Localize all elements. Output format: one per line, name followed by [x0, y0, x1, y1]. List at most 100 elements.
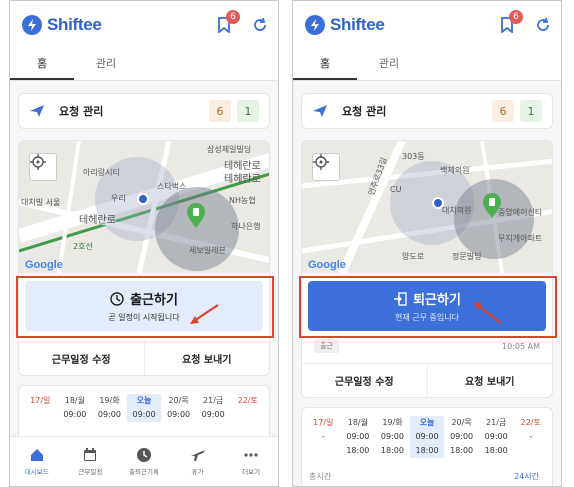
schedule-day[interactable]: 20/목 09:00 [161, 394, 196, 422]
day-time: 09:00 [167, 410, 191, 419]
day-time-end: 18:00 [484, 446, 508, 455]
locate-button[interactable] [29, 153, 57, 181]
logo-icon [305, 15, 325, 35]
tab-bar: 홈 관리 [293, 49, 561, 81]
nav-more[interactable]: 더보기 [224, 437, 278, 486]
schedule-day[interactable]: 19/화 09:00 [92, 394, 127, 422]
nav-attendance[interactable]: 출퇴근기록 [117, 437, 171, 486]
map-label: 우리 [111, 194, 126, 203]
google-logo: Google [308, 259, 346, 271]
approved-count-badge[interactable]: 1 [237, 100, 259, 122]
highlight-box [16, 276, 274, 338]
schedule-day[interactable]: 21/금 09:00 [196, 394, 231, 422]
request-label: 요청 관리 [342, 105, 387, 118]
refresh-icon [254, 17, 266, 31]
send-icon [313, 105, 327, 117]
day-label: 18/월 [64, 396, 85, 405]
schedule-day-today[interactable]: 오늘 09:00 18:00 [409, 416, 445, 458]
tab-manage[interactable]: 관리 [357, 49, 421, 80]
tab-bar: 홈 관리 [10, 49, 278, 81]
tab-manage[interactable]: 관리 [74, 49, 138, 80]
map-label: 중앙에이신티 [498, 208, 543, 217]
schedule-day[interactable]: 18/월 09:00 18:00 [341, 416, 376, 458]
map-label: CU [390, 185, 402, 194]
map-view[interactable]: 303동 백제의원 CU 대치의원 중앙에이신티 무지개아파트 양도로 정문빌딩… [302, 141, 552, 273]
day-label: 21/금 [203, 396, 224, 405]
send-request-button[interactable]: 요청 보내기 [426, 364, 553, 397]
action-row: 근무일정 수정 요청 보내기 [302, 363, 552, 397]
top-bar: Shiftee 6 홈 관리 [293, 1, 561, 81]
send-icon [30, 105, 44, 117]
schedule-day[interactable]: 17/일 [23, 394, 58, 422]
schedule-day[interactable]: 18/월 09:00 [58, 394, 93, 422]
map-view[interactable]: 삼성제일빌딩 테헤란로 테헤란로 아리랑시티 스타벅스 우리 대치빌 서울 테헤… [19, 141, 269, 273]
edit-schedule-button[interactable]: 근무일정 수정 [19, 342, 144, 375]
pending-count-badge[interactable]: 6 [492, 100, 514, 122]
clock-in-status-row: 출근 10:05 AM [302, 337, 552, 355]
schedule-day[interactable]: 19/화 09:00 18:00 [375, 416, 410, 458]
total-hours-value: 24시간 [514, 472, 539, 481]
bookmark-button[interactable]: 6 [495, 10, 523, 37]
nav-dashboard[interactable]: 대시보드 [10, 437, 64, 486]
map-label: 스타벅스 [157, 182, 187, 191]
map-label: 세보일레븐 [189, 246, 226, 255]
day-time: - [321, 432, 325, 441]
day-time-end: 18:00 [346, 446, 370, 455]
logo-text: Shiftee [47, 15, 102, 34]
highlight-box [299, 276, 557, 338]
tab-home[interactable]: 홈 [10, 49, 74, 80]
day-label: 20/목 [168, 396, 189, 405]
schedule-day[interactable]: 22/토 [230, 394, 265, 422]
request-management-card[interactable]: 요청 관리 6 1 [301, 93, 553, 129]
schedule-day[interactable]: 21/금 09:00 18:00 [479, 416, 514, 458]
calendar-icon [84, 448, 97, 461]
locate-button[interactable] [312, 153, 340, 181]
approved-count-badge[interactable]: 1 [520, 100, 542, 122]
crosshair-icon [30, 154, 46, 170]
request-management-card[interactable]: 요청 관리 6 1 [18, 93, 270, 129]
schedule-day[interactable]: 17/일 - [306, 416, 341, 458]
map-label: 정문빌딩 [452, 252, 482, 261]
workplace-pin-icon[interactable] [186, 203, 206, 229]
schedule-day[interactable]: 20/목 09:00 18:00 [444, 416, 479, 458]
day-label: 19/화 [99, 396, 120, 405]
attendance-card: 303동 백제의원 CU 대치의원 중앙에이신티 무지개아파트 양도로 정문빌딩… [301, 140, 553, 398]
phone-screen-clock-out: Shiftee 6 홈 관리 요청 관리 6 1 303동 백제의원 CU 대치… [292, 0, 562, 487]
day-time: 09:00 [484, 432, 508, 441]
pending-count-badge[interactable]: 6 [209, 100, 231, 122]
day-time-end: 18:00 [415, 446, 439, 455]
bottom-navigation: 대시보드 근무일정 출퇴근기록 휴가 더보기 [10, 436, 278, 486]
map-label: 대치의원 [442, 206, 472, 215]
day-label: 17/일 [30, 396, 51, 405]
top-bar: Shiftee 6 홈 관리 [10, 1, 278, 81]
phone-screen-clock-in: Shiftee 6 홈 관리 요청 관리 6 1 삼성제일빌딩 테헤란로 테헤란… [9, 0, 279, 487]
day-label: 17/일 [313, 418, 334, 427]
map-label: 아리랑시티 [83, 168, 120, 177]
send-request-button[interactable]: 요청 보내기 [143, 342, 270, 375]
day-time-end: 18:00 [450, 446, 474, 455]
action-row: 근무일정 수정 요청 보내기 [19, 341, 269, 375]
day-time: 09:00 [450, 432, 474, 441]
nav-leave[interactable]: 휴가 [171, 437, 225, 486]
edit-schedule-button[interactable]: 근무일정 수정 [302, 364, 427, 397]
refresh-button[interactable] [248, 13, 272, 37]
google-logo: Google [25, 259, 63, 271]
day-time: 09:00 [97, 410, 121, 419]
day-time: 09:00 [63, 410, 87, 419]
day-time: 09:00 [201, 410, 225, 419]
schedule-day-today[interactable]: 오늘 09:00 [126, 394, 162, 422]
notification-badge: 6 [226, 10, 240, 24]
day-time: 09:00 [346, 432, 370, 441]
day-label: 18/월 [347, 418, 368, 427]
schedule-day[interactable]: 22/토 - [513, 416, 548, 458]
bookmark-button[interactable]: 6 [212, 10, 240, 37]
refresh-button[interactable] [531, 13, 555, 37]
tab-home[interactable]: 홈 [293, 49, 357, 80]
nav-schedule[interactable]: 근무일정 [64, 437, 118, 486]
logo: Shiftee [305, 15, 385, 35]
map-label: 양도로 [402, 252, 425, 261]
map-label: 백제의원 [440, 166, 470, 175]
day-label: 22/토 [237, 396, 258, 405]
crosshair-icon [313, 154, 329, 170]
nav-label: 대시보드 [24, 468, 49, 476]
